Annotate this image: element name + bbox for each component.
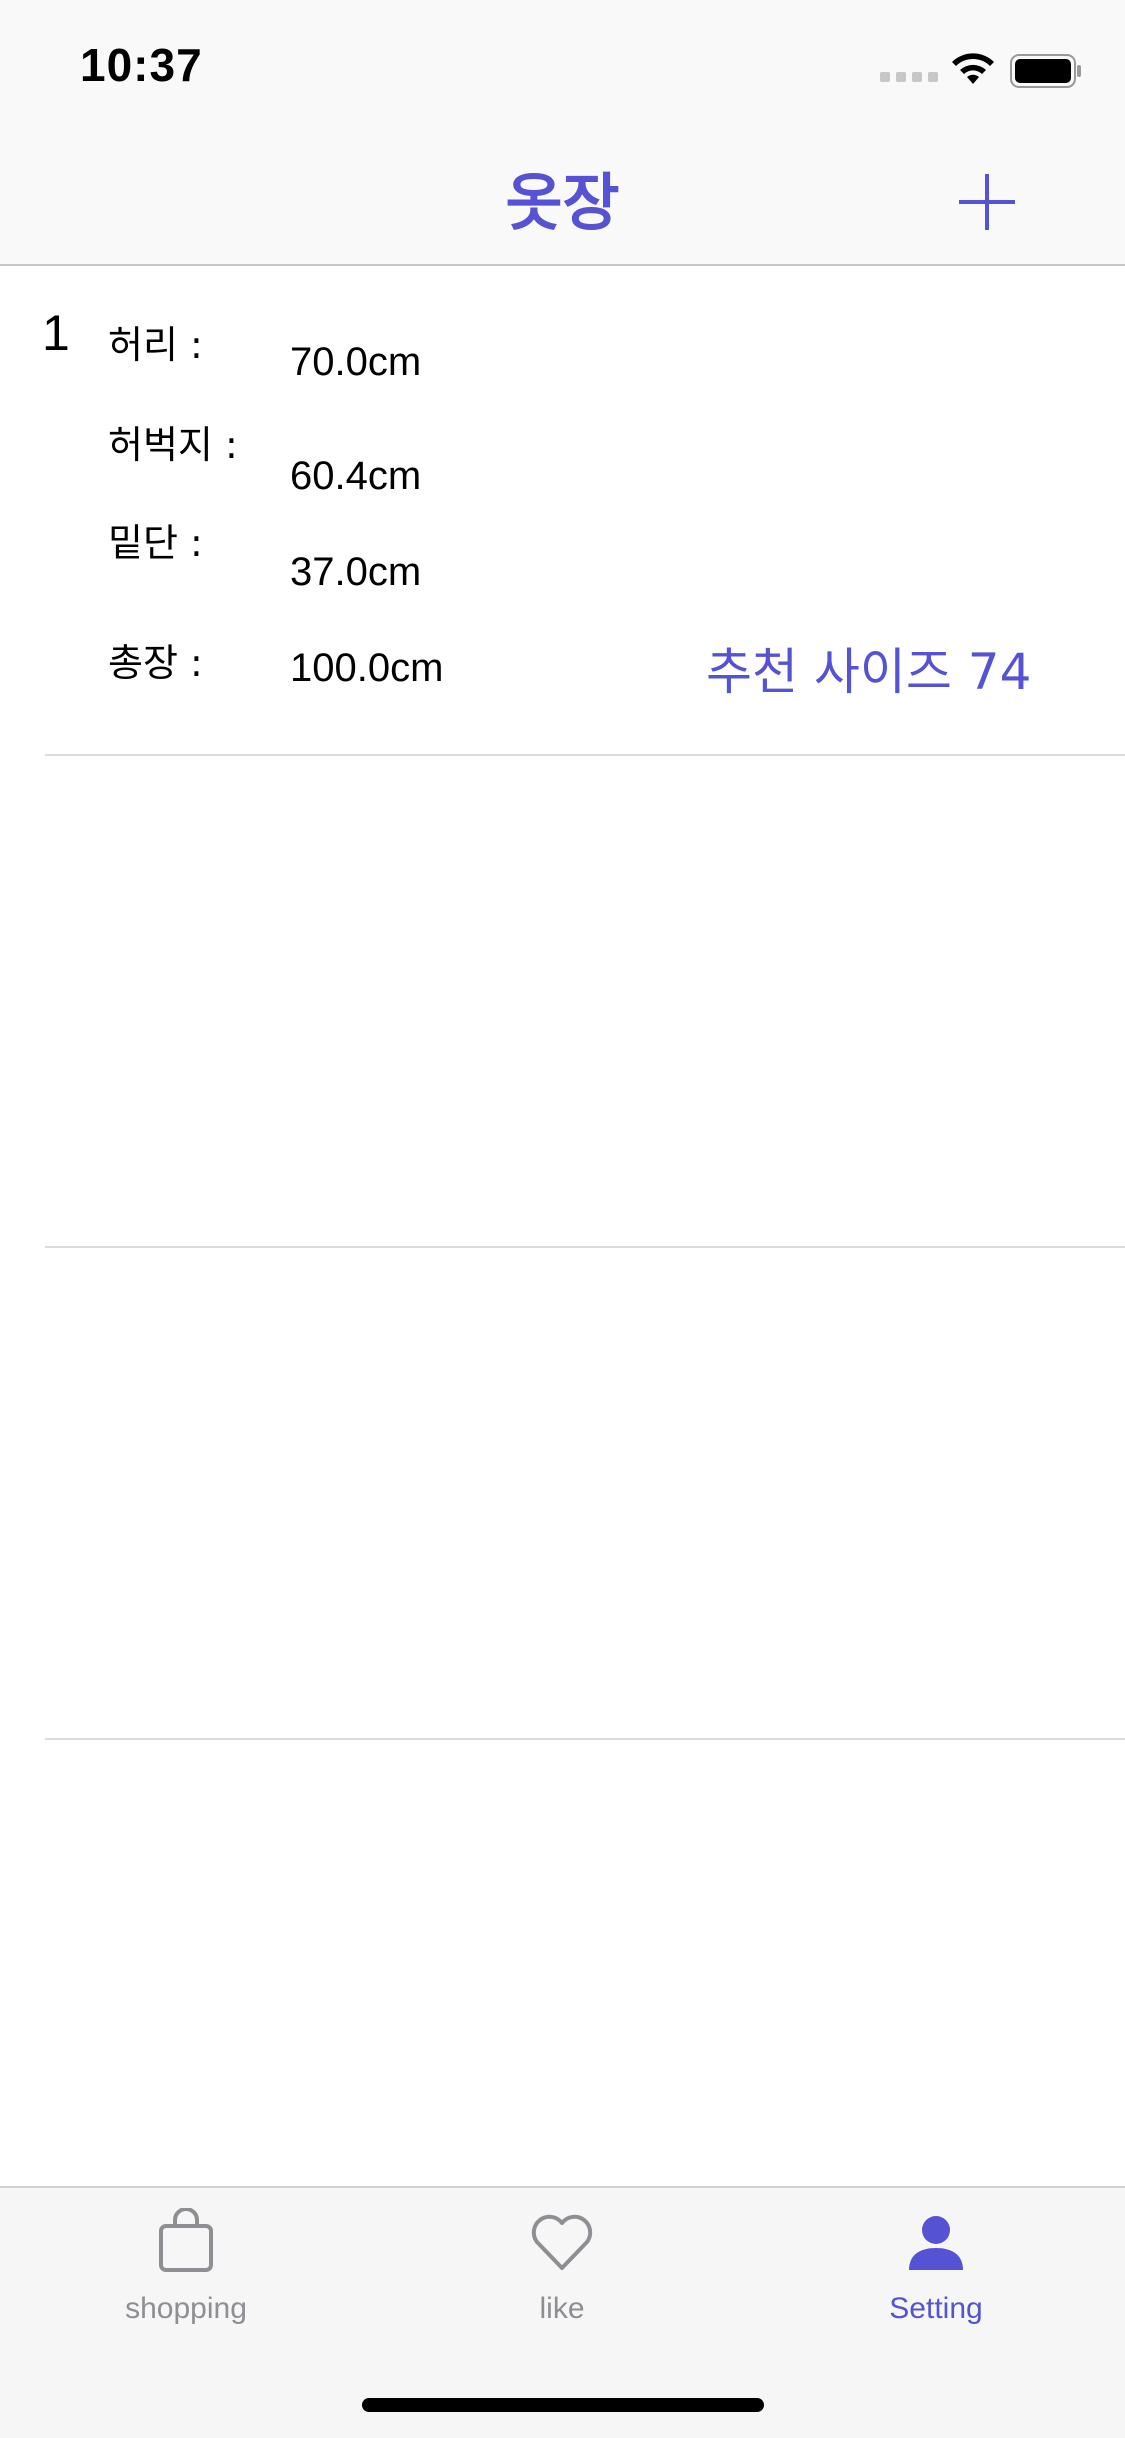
navigation-bar: 옷장 (0, 132, 1125, 266)
recommended-size: 추천 사이즈 74 (706, 643, 1032, 701)
table-row[interactable] (0, 1248, 1125, 1738)
tab-like[interactable]: like (442, 2208, 682, 2358)
cellular-signal-icon (880, 72, 938, 82)
row-index: 1 (42, 305, 70, 361)
waist-label: 허리 : (108, 323, 203, 367)
tab-bar: shopping like Setting (0, 2186, 1125, 2438)
heart-icon (531, 2214, 593, 2270)
shopping-bag-icon (159, 2208, 213, 2272)
hem-label: 밑단 : (108, 521, 203, 565)
tab-label: like (539, 2292, 585, 2325)
table-row[interactable]: 1 허리 : 70.0cm 허벅지 : 60.4cm 밑단 : 37.0cm 총… (0, 266, 1125, 754)
tab-label: shopping (125, 2292, 247, 2325)
table-row[interactable] (0, 1740, 1125, 2185)
hem-value: 37.0cm (290, 550, 422, 594)
length-label: 총장 : (108, 641, 203, 685)
status-time: 10:37 (80, 39, 203, 91)
tab-shopping[interactable]: shopping (66, 2208, 306, 2358)
thigh-label: 허벅지 : (108, 423, 238, 467)
person-icon (909, 2216, 963, 2270)
table-row[interactable] (0, 756, 1125, 1246)
thigh-value: 60.4cm (290, 454, 422, 498)
home-indicator (362, 2398, 764, 2412)
wifi-icon (952, 53, 994, 84)
battery-icon (1010, 54, 1081, 88)
length-value: 100.0cm (290, 646, 444, 690)
add-button[interactable] (955, 170, 1019, 234)
status-bar: 10:37 (0, 0, 1125, 132)
tab-setting[interactable]: Setting (816, 2208, 1056, 2358)
tab-label: Setting (889, 2292, 983, 2325)
waist-value: 70.0cm (290, 340, 422, 384)
